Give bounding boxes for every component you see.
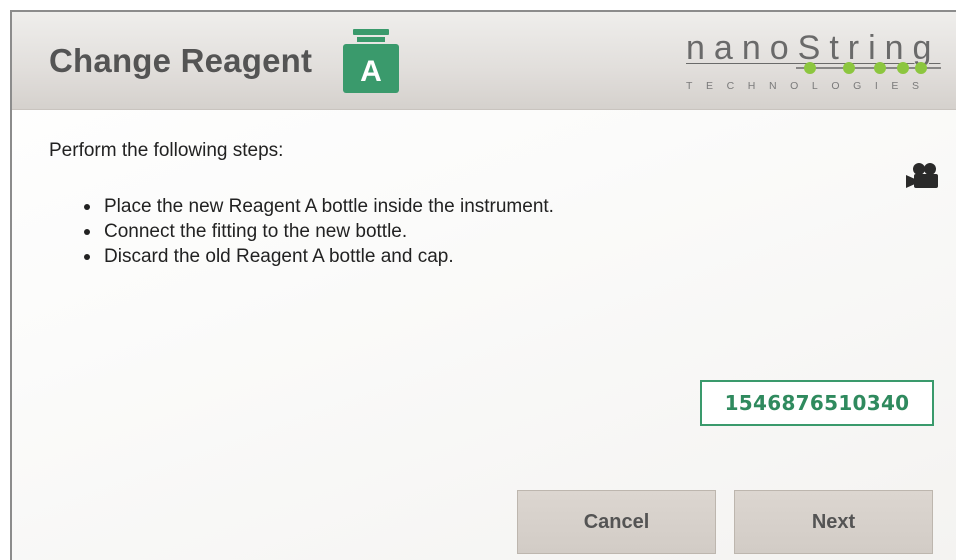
page-title: Change Reagent xyxy=(49,42,313,79)
next-button[interactable]: Next xyxy=(734,490,933,554)
reagent-badge-letter: A xyxy=(360,55,382,88)
dialog-header: Change Reagent A nanoString TECHNOLOGIES xyxy=(12,12,956,110)
logo-dots-graphic xyxy=(796,62,941,74)
video-camera-icon[interactable] xyxy=(906,162,940,190)
change-reagent-dialog: Change Reagent A nanoString TECHNOLOGIES… xyxy=(10,10,956,560)
steps-list: Place the new Reagent A bottle inside th… xyxy=(82,194,594,269)
list-item: Discard the old Reagent A bottle and cap… xyxy=(82,244,594,269)
reagent-bottle-icon: A xyxy=(343,29,399,93)
list-item: Connect the fitting to the new bottle. xyxy=(82,219,594,244)
logo-tagline: TECHNOLOGIES xyxy=(686,80,933,92)
cancel-button[interactable]: Cancel xyxy=(517,490,716,554)
reagent-barcode-field: 1546876510340 xyxy=(700,380,934,426)
instructions-intro: Perform the following steps: xyxy=(49,140,284,161)
list-item: Place the new Reagent A bottle inside th… xyxy=(82,194,594,219)
nanostring-logo: nanoString TECHNOLOGIES xyxy=(686,30,941,96)
